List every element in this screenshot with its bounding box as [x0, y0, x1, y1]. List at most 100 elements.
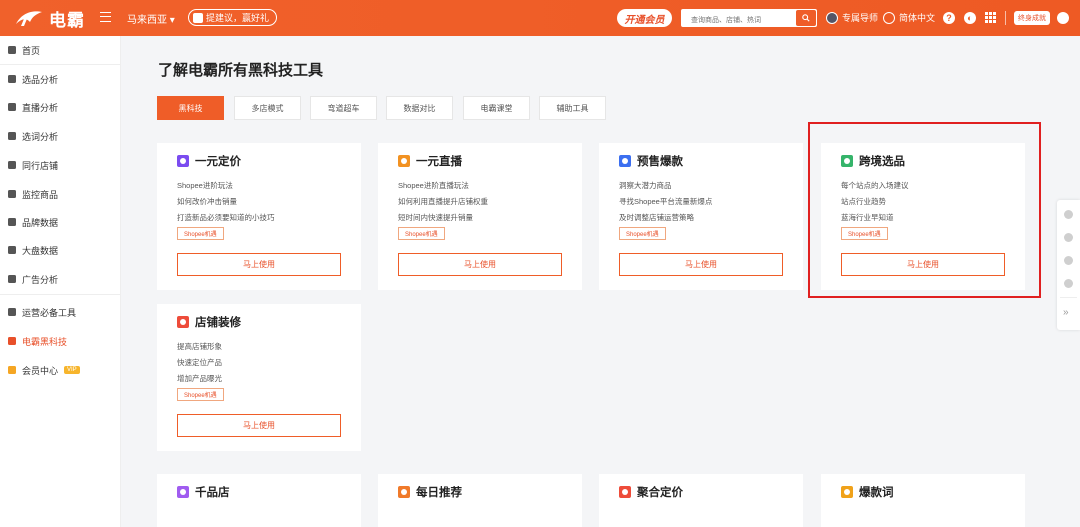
user-icon[interactable]	[1057, 12, 1069, 24]
shop-icon	[8, 161, 16, 169]
sidebar-item-product-analysis[interactable]: 选品分析	[8, 71, 58, 87]
tab-multi-store[interactable]: 多店模式	[234, 96, 301, 120]
card-tag: Shopee机遇	[398, 227, 445, 240]
divider	[0, 64, 121, 65]
card-line: Shopee进阶玩法	[177, 181, 233, 190]
use-now-button[interactable]: 马上使用	[398, 253, 562, 276]
market-icon	[8, 246, 16, 254]
sidebar-item-ops-tools[interactable]: 运营必备工具	[8, 304, 76, 320]
top-bar: 电霸 马来西亚 ▾ 提建议，赢好礼 开通会员 专属导师 简体中文 ? ◐ 终身成…	[0, 0, 1080, 36]
sidebar-item-label: 选词分析	[22, 131, 59, 142]
divider	[1005, 11, 1006, 25]
search-button[interactable]	[796, 10, 816, 26]
monitor-icon	[8, 190, 16, 198]
divider	[0, 294, 121, 295]
page-title: 了解电霸所有黑科技工具	[158, 62, 324, 79]
tool-card-aggregate-pricing: 聚合定价	[599, 474, 803, 527]
advisor-avatar-icon	[826, 11, 838, 24]
tab-aux-tools[interactable]: 辅助工具	[539, 96, 606, 120]
tool-card-one-yuan-pricing: 一元定价 Shopee进阶玩法 如何改价冲击销量 打造新品必须要知道的小技巧 S…	[157, 143, 361, 290]
tool-card-thousand-products: 千品店	[157, 474, 361, 527]
vip-badge: VIP	[64, 366, 80, 374]
keyword-icon	[841, 486, 853, 498]
sidebar-item-home[interactable]: 首页	[8, 42, 40, 58]
highlight-box	[808, 122, 1041, 298]
sidebar-item-label: 品牌数据	[22, 217, 59, 228]
sidebar-item-label: 选品分析	[22, 74, 59, 85]
sidebar-item-monitor-products[interactable]: 监控商品	[8, 186, 58, 202]
sidebar-item-brand-data[interactable]: 品牌数据	[8, 214, 58, 230]
apps-grid-icon[interactable]	[985, 12, 996, 23]
region-selector[interactable]: 马来西亚 ▾	[127, 11, 175, 26]
region-label: 马来西亚	[127, 15, 167, 26]
card-title: 预售爆款	[637, 156, 683, 168]
theme-icon[interactable]: ◐	[964, 12, 976, 24]
tab-data-compare[interactable]: 数据对比	[386, 96, 453, 120]
language-selector[interactable]: 简体中文	[883, 11, 935, 24]
card-line: 增加产品曝光	[177, 374, 222, 383]
sidebar-item-label: 广告分析	[22, 274, 59, 285]
message-icon[interactable]	[1064, 256, 1073, 265]
card-tag: Shopee机遇	[619, 227, 666, 240]
help-icon[interactable]: ?	[943, 12, 955, 24]
chat-icon[interactable]	[1064, 233, 1073, 242]
flame-icon	[619, 155, 631, 167]
open-vip-button[interactable]: 开通会员	[617, 9, 672, 27]
sidebar-item-ads-analysis[interactable]: 广告分析	[8, 271, 58, 287]
store-icon	[177, 486, 189, 498]
search-input[interactable]	[681, 11, 789, 30]
sidebar-item-member-center[interactable]: 会员中心 VIP	[8, 362, 80, 378]
sidebar-item-label: 运营必备工具	[22, 307, 77, 318]
use-now-button[interactable]: 马上使用	[177, 253, 341, 276]
sidebar-item-keyword-analysis[interactable]: 选词分析	[8, 128, 58, 144]
card-line: 及时调整店铺运营策略	[619, 213, 694, 222]
product-icon	[8, 75, 16, 83]
apps-icon	[8, 337, 16, 345]
use-now-button[interactable]: 马上使用	[619, 253, 783, 276]
advisor-label: 专属导师	[842, 13, 879, 23]
sidebar-item-label: 直播分析	[22, 102, 59, 113]
crown-icon	[8, 366, 16, 374]
collapse-arrow-icon[interactable]: »	[1063, 307, 1069, 318]
sidebar-item-label: 电霸黑科技	[22, 336, 68, 347]
card-line: 如何利用直播提升店铺权重	[398, 197, 488, 206]
feedback-icon	[193, 12, 203, 23]
tool-card-presale-hot: 预售爆款 洞察大潜力商品 寻找Shopee平台流量新爆点 及时调整店铺运营策略 …	[599, 143, 803, 290]
sidebar-item-label: 会员中心	[22, 365, 59, 376]
floating-toolbar: »	[1057, 200, 1080, 330]
wechat-icon[interactable]	[1064, 210, 1073, 219]
rocket-icon	[8, 308, 16, 316]
sidebar-item-market-data[interactable]: 大盘数据	[8, 242, 58, 258]
live-icon	[8, 103, 16, 111]
brand-name: 电霸	[49, 10, 85, 30]
tool-card-hot-keywords: 爆款词	[821, 474, 1025, 527]
sidebar-item-live-analysis[interactable]: 直播分析	[8, 99, 58, 115]
sidebar-item-label: 首页	[22, 45, 41, 56]
feedback-button[interactable]: 提建议，赢好礼	[188, 9, 278, 26]
advisor-link[interactable]: 专属导师	[826, 11, 878, 24]
sidebar-item-label: 同行店铺	[22, 160, 59, 171]
card-title: 一元定价	[195, 156, 241, 168]
feedback-label: 提建议，赢好礼	[206, 13, 270, 23]
search-box	[681, 9, 817, 30]
sidebar-item-black-tech[interactable]: 电霸黑科技	[8, 333, 67, 349]
home-icon	[8, 46, 16, 54]
tab-classroom[interactable]: 电霸课堂	[463, 96, 530, 120]
growth-button[interactable]: 终身成就	[1014, 11, 1050, 25]
tool-card-daily-recommend: 每日推荐	[378, 474, 582, 527]
tab-black-tech[interactable]: 黑科技	[157, 96, 224, 120]
card-line: 提高店铺形象	[177, 342, 222, 351]
store-decor-icon	[177, 316, 189, 328]
star-icon[interactable]	[1064, 279, 1073, 288]
language-label: 简体中文	[899, 13, 936, 23]
use-now-button[interactable]: 马上使用	[177, 414, 341, 437]
menu-icon[interactable]	[100, 12, 111, 22]
tab-overtake[interactable]: 弯道超车	[310, 96, 377, 120]
recommend-icon	[398, 486, 410, 498]
divider	[1060, 297, 1077, 298]
brand-logo[interactable]: 电霸	[14, 7, 85, 30]
keyword-icon	[8, 132, 16, 140]
sidebar-item-competitor-shops[interactable]: 同行店铺	[8, 157, 58, 173]
brand-icon	[8, 218, 16, 226]
card-title: 每日推荐	[416, 487, 462, 499]
